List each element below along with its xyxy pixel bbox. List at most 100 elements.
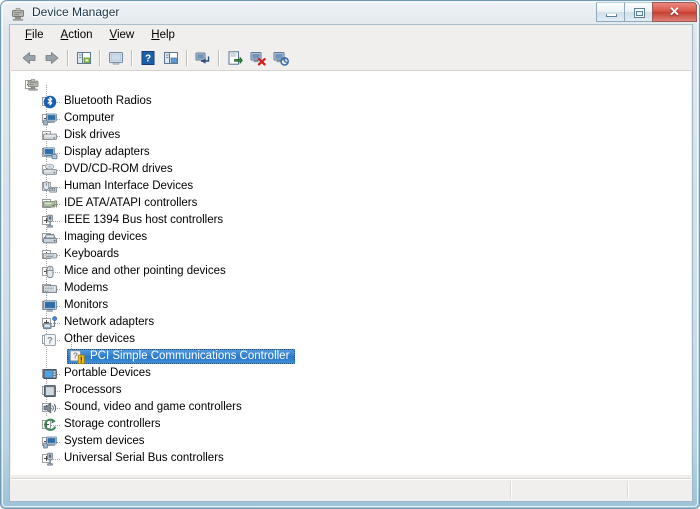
tree-item-computer[interactable]: Computer [11, 110, 691, 127]
status-bar-divider [510, 481, 512, 498]
dvd-drive-icon [42, 162, 58, 178]
view-button[interactable] [160, 47, 182, 68]
tree-item-label: Storage controllers [64, 418, 161, 430]
tree-item-label: IEEE 1394 Bus host controllers [64, 214, 224, 226]
usb-controller-icon [42, 451, 58, 467]
imaging-device-icon [42, 230, 58, 246]
back-button[interactable] [18, 47, 40, 68]
tree-item-processors[interactable]: Processors [11, 382, 691, 399]
tree-item-display-adapters[interactable]: Display adapters [11, 144, 691, 161]
svg-text:?: ? [47, 335, 53, 346]
toolbar: ? [10, 45, 692, 70]
tree-item-label: Human Interface Devices [64, 180, 194, 192]
tree-root-node[interactable] [11, 76, 691, 93]
tree-item-dvd-cdrom-drives[interactable]: DVD/CD-ROM drives [11, 161, 691, 178]
tree-item-mice-and-other-pointing-devices[interactable]: Mice and other pointing devices [11, 263, 691, 280]
minimize-icon [606, 14, 617, 17]
mouse-icon [42, 264, 58, 280]
toolbar-separator [67, 49, 69, 66]
other-devices-icon: ? [42, 332, 58, 348]
tree-item-universal-serial-bus-controllers[interactable]: Universal Serial Bus controllers [11, 450, 691, 467]
tree-item-sound-video-and-game-controllers[interactable]: Sound, video and game controllers [11, 399, 691, 416]
disk-drive-icon [42, 128, 58, 144]
display-adapter-icon [42, 145, 58, 161]
menu-help[interactable]: Help [143, 27, 184, 44]
tree-item-label: IDE ATA/ATAPI controllers [64, 197, 198, 209]
unknown-device-warning-icon: ? [69, 349, 85, 365]
device-manager-window: Device Manager ✕ File Action View Help ?… [0, 0, 700, 509]
tree-item-label: Disk drives [64, 129, 121, 141]
hid-icon [42, 179, 58, 195]
tree-item-label: PCI Simple Communications Controller [90, 350, 290, 362]
menu-file[interactable]: File [17, 27, 53, 44]
ieee1394-icon [42, 213, 58, 229]
tree-root-label [44, 84, 49, 86]
tree-item-system-devices[interactable]: System devices [11, 433, 691, 450]
tree-item-ide-ata-atapi-controllers[interactable]: IDE ATA/ATAPI controllers [11, 195, 691, 212]
tree-item-label: Processors [64, 384, 122, 396]
device-tree-pane[interactable]: Bluetooth Radios Computer Disk drives Di… [11, 70, 691, 475]
system-device-icon [42, 434, 58, 450]
client-area: File Action View Help ? Bluetooth Radios… [9, 24, 693, 502]
help-button[interactable]: ? [137, 47, 159, 68]
svg-text:?: ? [73, 350, 78, 360]
tree-item-label: Other devices [64, 333, 135, 345]
tree-item-monitors[interactable]: Monitors [11, 297, 691, 314]
bluetooth-icon [42, 94, 58, 110]
tree-item-network-adapters[interactable]: Network adapters [11, 314, 691, 331]
device-tree: Bluetooth Radios Computer Disk drives Di… [11, 71, 691, 467]
tree-item-label: Modems [64, 282, 109, 294]
tree-item-human-interface-devices[interactable]: Human Interface Devices [11, 178, 691, 195]
window-controls: ✕ [596, 2, 697, 23]
tree-item-label: Computer [64, 112, 115, 124]
tree-item-bluetooth-radios[interactable]: Bluetooth Radios [11, 93, 691, 110]
tree-item-label: Sound, video and game controllers [64, 401, 242, 413]
tree-item-label: Imaging devices [64, 231, 148, 243]
tree-item-label: Network adapters [64, 316, 155, 328]
computer-icon [42, 111, 58, 127]
modem-icon [42, 281, 58, 297]
tree-item-label: Universal Serial Bus controllers [64, 452, 224, 464]
sound-controller-icon [42, 400, 58, 416]
toolbar-separator [99, 49, 101, 66]
menu-action[interactable]: Action [53, 27, 102, 44]
keyboard-icon [42, 247, 58, 263]
svg-text:?: ? [145, 53, 151, 64]
toolbar-separator [218, 49, 220, 66]
tree-item-pci-simple-communications-controller[interactable]: ? PCI Simple Communications Controller [11, 340, 691, 365]
scan-hardware-button[interactable] [192, 47, 214, 68]
tree-item-disk-drives[interactable]: Disk drives [11, 127, 691, 144]
menu-view[interactable]: View [102, 27, 144, 44]
monitor-icon [42, 298, 58, 314]
tree-item-imaging-devices[interactable]: Imaging devices [11, 229, 691, 246]
tree-item-label: Keyboards [64, 248, 119, 260]
status-bar-divider [627, 481, 629, 498]
minimize-button[interactable] [596, 2, 625, 22]
status-bar [11, 478, 691, 500]
tree-item-label: Mice and other pointing devices [64, 265, 226, 277]
tree-item-label: Display adapters [64, 146, 150, 158]
tree-item-other-devices[interactable]: ? Other devices [11, 331, 691, 348]
uninstall-device-button[interactable] [247, 47, 269, 68]
tree-item-ieee-1394-bus-host-controllers[interactable]: IEEE 1394 Bus host controllers [11, 212, 691, 229]
tree-item-label: Monitors [64, 299, 109, 311]
properties-button[interactable] [105, 47, 127, 68]
computer-root-icon [25, 77, 41, 93]
forward-button[interactable] [41, 47, 63, 68]
close-button[interactable]: ✕ [652, 2, 697, 22]
ide-controller-icon [42, 196, 58, 212]
update-driver-button[interactable] [224, 47, 246, 68]
maximize-button[interactable] [624, 2, 653, 22]
tree-item-portable-devices[interactable]: Portable Devices [11, 365, 691, 382]
tree-item-label: Bluetooth Radios [64, 95, 152, 107]
disable-device-button[interactable] [270, 47, 292, 68]
storage-controller-icon [42, 417, 58, 433]
selection-highlight: ? PCI Simple Communications Controller [67, 349, 296, 365]
toolbar-separator [131, 49, 133, 66]
show-hide-tree-button[interactable] [73, 47, 95, 68]
device-manager-icon [10, 6, 26, 22]
tree-item-storage-controllers[interactable]: Storage controllers [11, 416, 691, 433]
tree-item-label: System devices [64, 435, 145, 447]
tree-item-keyboards[interactable]: Keyboards [11, 246, 691, 263]
tree-item-modems[interactable]: Modems [11, 280, 691, 297]
